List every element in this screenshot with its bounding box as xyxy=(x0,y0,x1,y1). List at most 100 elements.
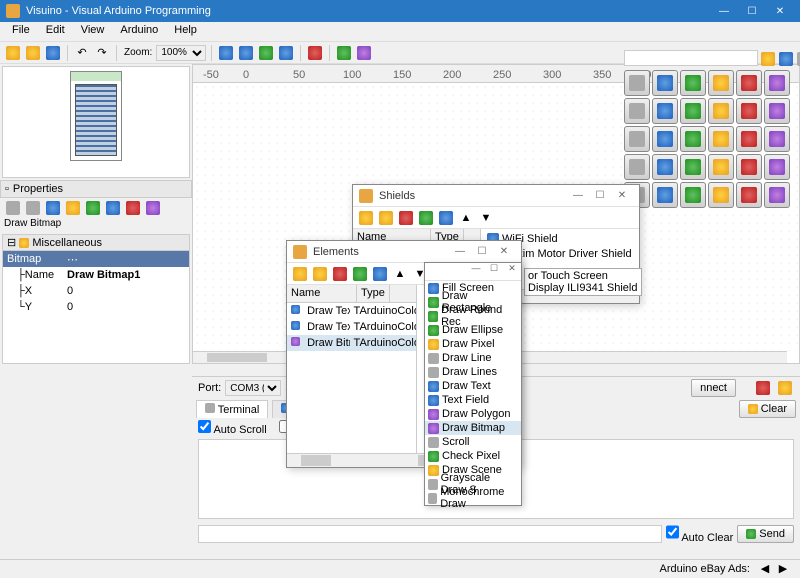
elements-tb-4[interactable] xyxy=(351,265,369,283)
palette-item-8[interactable] xyxy=(680,98,706,124)
shields-down-icon[interactable]: ▼ xyxy=(477,209,495,227)
send-button[interactable]: Send xyxy=(737,525,794,543)
menu-arduino[interactable]: Arduino xyxy=(112,22,166,41)
zoom-in-icon[interactable] xyxy=(217,44,235,62)
shields-tb-2[interactable] xyxy=(377,209,395,227)
close-button[interactable]: ✕ xyxy=(766,0,794,22)
palette-item-2[interactable] xyxy=(680,70,706,96)
elements-tb-3[interactable] xyxy=(331,265,349,283)
elements-tb-5[interactable] xyxy=(371,265,389,283)
palette-item-27[interactable] xyxy=(708,182,734,208)
ads-next-icon[interactable]: ▶ xyxy=(774,560,792,578)
elements-tb-2[interactable] xyxy=(311,265,329,283)
palette-item-19[interactable] xyxy=(652,154,678,180)
zoom-out-icon[interactable] xyxy=(237,44,255,62)
shields-tb-3[interactable] xyxy=(397,209,415,227)
palette-item-4[interactable] xyxy=(736,70,762,96)
arduino-board-thumb[interactable] xyxy=(70,71,122,161)
ctx-item-draw-polygon[interactable]: Draw Polygon xyxy=(425,407,521,421)
palette-item-9[interactable] xyxy=(708,98,734,124)
menu-help[interactable]: Help xyxy=(166,22,205,41)
ctx-item-draw-line[interactable]: Draw Line xyxy=(425,351,521,365)
ctx-close-icon[interactable]: ✕ xyxy=(503,263,521,280)
palette-item-20[interactable] xyxy=(680,154,706,180)
menu-edit[interactable]: Edit xyxy=(38,22,73,41)
palette-item-25[interactable] xyxy=(652,182,678,208)
palette-item-10[interactable] xyxy=(736,98,762,124)
shields-tb-5[interactable] xyxy=(437,209,455,227)
misc-group[interactable]: Miscellaneous xyxy=(32,237,102,249)
clear-button[interactable]: Clear xyxy=(739,400,796,418)
palette-item-23[interactable] xyxy=(764,154,790,180)
new-button[interactable] xyxy=(4,44,22,62)
palette-item-3[interactable] xyxy=(708,70,734,96)
palette-item-28[interactable] xyxy=(736,182,762,208)
elements-up-icon[interactable]: ▲ xyxy=(391,265,409,283)
palette-item-21[interactable] xyxy=(708,154,734,180)
shields-up-icon[interactable]: ▲ xyxy=(457,209,475,227)
ctx-item-draw-lines[interactable]: Draw Lines xyxy=(425,365,521,379)
refresh-icon[interactable] xyxy=(277,44,295,62)
palette-item-17[interactable] xyxy=(764,126,790,152)
ctx-item-scroll[interactable]: Scroll xyxy=(425,435,521,449)
draw-elements-menu[interactable]: — ☐ ✕ Fill ScreenDraw RectangleDraw Roun… xyxy=(424,262,522,506)
prop-x-val[interactable]: 0 xyxy=(67,285,189,297)
undo-button[interactable]: ↶ xyxy=(73,44,91,62)
prop-btn-1[interactable] xyxy=(4,199,22,217)
tab-terminal[interactable]: Terminal xyxy=(196,400,268,418)
prop-btn-5[interactable] xyxy=(84,199,102,217)
prop-btn-8[interactable] xyxy=(144,199,162,217)
palette-search-input[interactable] xyxy=(624,50,758,66)
shields-close-icon[interactable]: ✕ xyxy=(611,190,633,201)
shields-tb-4[interactable] xyxy=(417,209,435,227)
prop-btn-2[interactable] xyxy=(24,199,42,217)
maximize-button[interactable]: ☐ xyxy=(738,0,766,22)
prop-bitmap-val[interactable]: ⋯ xyxy=(67,253,189,266)
palette-item-15[interactable] xyxy=(708,126,734,152)
zoom-fit-icon[interactable] xyxy=(257,44,275,62)
ctx-min-icon[interactable]: — xyxy=(467,263,485,280)
prop-btn-3[interactable] xyxy=(44,199,62,217)
palette-item-6[interactable] xyxy=(624,98,650,124)
palette-item-7[interactable] xyxy=(652,98,678,124)
autoclear-check[interactable]: Auto Clear xyxy=(666,523,733,544)
minimize-button[interactable]: — xyxy=(710,0,738,22)
ctx-item-draw-pixel[interactable]: Draw Pixel xyxy=(425,337,521,351)
palette-item-22[interactable] xyxy=(736,154,762,180)
ctx-item-draw-bitmap[interactable]: Draw Bitmap xyxy=(425,421,521,435)
prop-y-val[interactable]: 0 xyxy=(67,301,189,313)
ctx-item-monochrome-draw[interactable]: Monochrome Draw xyxy=(425,491,521,505)
elements-list[interactable]: NameType Draw Text1TArduinoColo Draw Tex… xyxy=(287,285,417,453)
ads-prev-icon[interactable]: ◀ xyxy=(756,560,774,578)
palette-filter-icon[interactable] xyxy=(760,50,776,68)
upload-icon[interactable] xyxy=(335,44,353,62)
palette-item-29[interactable] xyxy=(764,182,790,208)
palette-view-icon[interactable] xyxy=(796,50,800,68)
prop-btn-6[interactable] xyxy=(104,199,122,217)
palette-item-18[interactable] xyxy=(624,154,650,180)
palette-item-13[interactable] xyxy=(652,126,678,152)
palette-item-1[interactable] xyxy=(652,70,678,96)
palette-item-12[interactable] xyxy=(624,126,650,152)
ctx-item-draw-text[interactable]: Draw Text xyxy=(425,379,521,393)
palette-item-5[interactable] xyxy=(764,70,790,96)
tree-expand-icon[interactable]: ⊟ xyxy=(7,236,16,249)
menu-view[interactable]: View xyxy=(73,22,113,41)
prop-name-val[interactable]: Draw Bitmap1 xyxy=(67,269,189,281)
delete-icon[interactable] xyxy=(306,44,324,62)
palette-item-14[interactable] xyxy=(680,126,706,152)
zoom-select[interactable]: 100% xyxy=(156,45,206,61)
ctx-max-icon[interactable]: ☐ xyxy=(485,263,503,280)
tool-gear-icon[interactable] xyxy=(776,379,794,397)
connect-button[interactable]: nnect xyxy=(691,379,736,397)
shields-min-icon[interactable]: — xyxy=(567,190,589,201)
save-button[interactable] xyxy=(44,44,62,62)
redo-button[interactable]: ↷ xyxy=(93,44,111,62)
shields-tb-1[interactable] xyxy=(357,209,375,227)
board-icon[interactable] xyxy=(355,44,373,62)
autoscroll-check[interactable]: Auto Scroll xyxy=(198,420,267,436)
palette-item-26[interactable] xyxy=(680,182,706,208)
menu-file[interactable]: File xyxy=(4,22,38,41)
ctx-item-draw-round-rec[interactable]: Draw Round Rec xyxy=(425,309,521,323)
ctx-item-text-field[interactable]: Text Field xyxy=(425,393,521,407)
